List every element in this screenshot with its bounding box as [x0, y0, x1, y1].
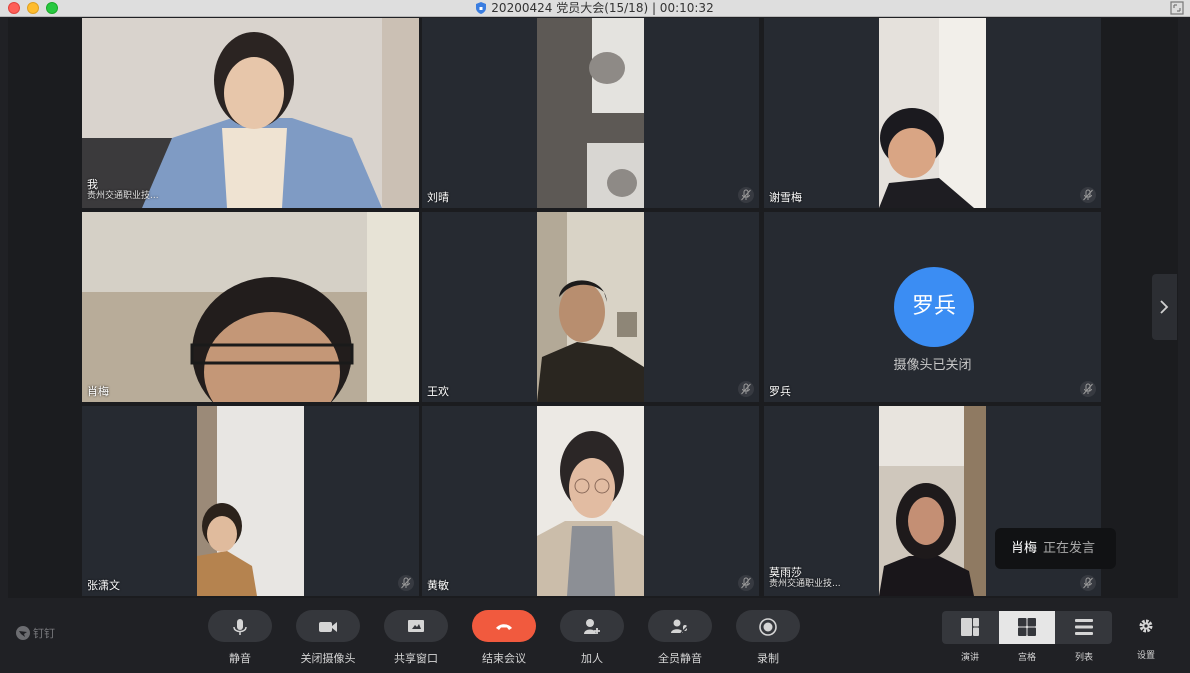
dingtalk-logo-icon [16, 626, 30, 640]
video-feed [879, 406, 986, 596]
add-person-label: 加人 [581, 652, 603, 665]
window-title: 20200424 党员大会(15/18) | 00:10:32 [491, 1, 714, 15]
list-layout-button[interactable]: 列表 [1056, 611, 1112, 667]
mute-all-icon [671, 619, 690, 634]
turn-off-camera-button[interactable]: 关闭摄像头 [296, 610, 360, 666]
next-page-button[interactable] [1152, 274, 1177, 340]
fullscreen-icon[interactable] [1170, 1, 1184, 15]
participant-name: 刘晴 [427, 191, 449, 204]
mute-button-label: 静音 [229, 652, 251, 665]
video-feed [537, 18, 644, 208]
video-feed [879, 18, 986, 208]
title-bar: 20200424 党员大会(15/18) | 00:10:32 [0, 0, 1190, 17]
speaking-indicator-toast: 肖梅 正在发言 [995, 528, 1116, 569]
participant-name: 王欢 [427, 385, 449, 398]
participant-org: 贵州交通职业技... [769, 579, 841, 589]
mute-button[interactable]: 静音 [208, 610, 272, 666]
video-tile[interactable]: 我 贵州交通职业技... [82, 18, 419, 208]
speaking-status: 正在发言 [1043, 541, 1096, 556]
security-shield-icon [476, 2, 487, 14]
add-person-button[interactable]: 加人 [560, 610, 624, 666]
grid-layout-icon [1018, 618, 1036, 636]
video-tile[interactable]: 刘晴 [422, 18, 759, 208]
participant-name: 黄敏 [427, 579, 449, 592]
end-meeting-button[interactable]: 结束会议 [472, 610, 536, 666]
list-layout-label: 列表 [1074, 653, 1093, 663]
mic-muted-icon [738, 381, 754, 397]
participant-org: 贵州交通职业技... [87, 191, 159, 201]
video-feed [537, 212, 644, 402]
video-feed [537, 406, 644, 596]
video-tile[interactable]: 王欢 [422, 212, 759, 402]
video-tile[interactable]: 谢雪梅 [764, 18, 1101, 208]
settings-button[interactable]: 设置 [1130, 618, 1162, 661]
participant-name: 张潇文 [87, 579, 120, 592]
avatar: 罗兵 [894, 267, 974, 347]
mic-muted-icon [738, 575, 754, 591]
video-tile-camera-off[interactable]: 罗兵 摄像头已关闭 罗兵 [764, 212, 1101, 402]
participant-name: 罗兵 [769, 385, 791, 398]
grid-layout-button[interactable]: 宫格 [999, 611, 1055, 667]
mic-muted-icon [1080, 575, 1096, 591]
hang-up-icon [496, 624, 512, 630]
meeting-window: 20200424 党员大会(15/18) | 00:10:32 我 贵州交通职业… [0, 0, 1190, 673]
gear-icon [1139, 619, 1153, 633]
turn-off-camera-label: 关闭摄像头 [300, 652, 356, 665]
end-meeting-label: 结束会议 [482, 652, 526, 665]
speaker-name: 肖梅 [1011, 541, 1038, 556]
video-tile[interactable]: 黄敏 [422, 406, 759, 596]
chevron-right-icon [1160, 300, 1169, 314]
video-feed [82, 18, 419, 208]
video-grid: 我 贵州交通职业技... 刘晴 谢雪梅 肖梅 王欢 罗兵 摄像头已关闭 罗兵 张… [8, 18, 1178, 598]
share-window-label: 共享窗口 [394, 652, 438, 665]
video-tile[interactable]: 张潇文 [82, 406, 419, 596]
grid-layout-label: 宫格 [1017, 653, 1036, 663]
record-button[interactable]: 录制 [736, 610, 800, 666]
settings-label: 设置 [1136, 651, 1155, 661]
mute-all-label: 全员静音 [658, 652, 702, 665]
microphone-icon [233, 619, 247, 635]
mic-muted-icon [1080, 381, 1096, 397]
video-feed [82, 212, 419, 402]
record-label: 录制 [757, 652, 779, 665]
camera-off-message: 摄像头已关闭 [893, 358, 972, 373]
mic-muted-icon [398, 575, 414, 591]
speaker-layout-icon [961, 618, 979, 636]
share-window-button[interactable]: 共享窗口 [384, 610, 448, 666]
video-feed [197, 406, 304, 596]
record-icon [759, 618, 777, 636]
participant-name: 我 [87, 178, 98, 191]
list-layout-icon [1075, 619, 1093, 635]
share-screen-icon [408, 620, 424, 632]
video-tile-active-speaker[interactable]: 肖梅 [82, 212, 419, 402]
video-camera-icon [319, 622, 337, 632]
mute-all-button[interactable]: 全员静音 [648, 610, 712, 666]
window-title-container: 20200424 党员大会(15/18) | 00:10:32 [0, 0, 1190, 17]
speaker-layout-label: 演讲 [960, 653, 979, 663]
speaker-layout-button[interactable]: 演讲 [942, 611, 998, 667]
mic-muted-icon [1080, 187, 1096, 203]
add-person-icon [584, 619, 600, 634]
mic-muted-icon [738, 187, 754, 203]
meeting-toolbar: 钉钉 静音 关闭摄像头 共享窗口 结束会议 加人 全员静音 录制 演讲 宫格 列… [0, 598, 1190, 673]
participant-name: 肖梅 [87, 385, 109, 398]
brand-name: 钉钉 [33, 627, 55, 640]
participant-name: 谢雪梅 [769, 191, 802, 204]
brand-logo: 钉钉 [16, 625, 55, 641]
participant-name: 莫雨莎 [769, 566, 802, 579]
